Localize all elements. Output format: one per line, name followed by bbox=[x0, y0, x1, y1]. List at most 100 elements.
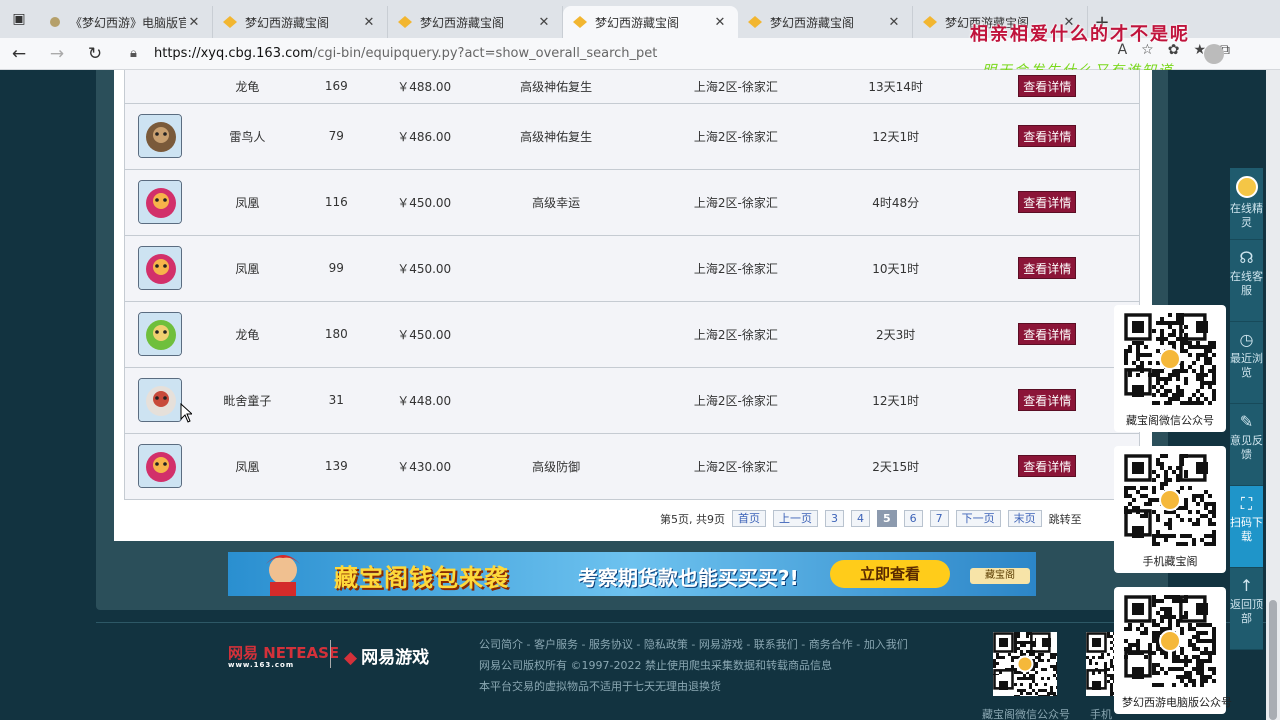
view-detail-button[interactable]: 查看详情 bbox=[1018, 455, 1077, 477]
pet-avatar-icon[interactable] bbox=[137, 114, 182, 158]
pet-avatar-icon[interactable] bbox=[137, 312, 182, 356]
pagination: 第5页, 共9页 首页 上一页 3 4 5 6 7 下一页 末页 跳转至 bbox=[660, 510, 1082, 527]
tab-title: 梦幻西游藏宝阁 bbox=[770, 15, 855, 30]
pet-avatar-icon[interactable] bbox=[137, 180, 182, 224]
forward-icon[interactable]: → bbox=[38, 38, 76, 70]
favicon-icon bbox=[573, 16, 587, 28]
pet-level: 99 bbox=[300, 235, 373, 302]
profile-avatar[interactable] bbox=[1204, 44, 1224, 64]
pet-level: 79 bbox=[300, 103, 373, 170]
hero-character-image bbox=[266, 555, 300, 596]
sidebar-item-scan-download[interactable]: ⛶ 扫码下载 bbox=[1230, 486, 1263, 568]
close-icon[interactable]: ✕ bbox=[361, 15, 377, 30]
pet-server: 上海2区-徐家汇 bbox=[635, 301, 836, 368]
pet-server: 上海2区-徐家汇 bbox=[635, 169, 836, 236]
pet-server: 上海2区-徐家汇 bbox=[635, 235, 836, 302]
qr-card-wechat: 藏宝阁微信公众号 bbox=[1114, 305, 1226, 432]
close-icon[interactable]: ✕ bbox=[186, 15, 202, 30]
footer-notice: 本平台交易的虚拟物品不适用于七天无理由退换货 bbox=[479, 680, 721, 693]
view-detail-button[interactable]: 查看详情 bbox=[1018, 75, 1077, 98]
view-detail-button[interactable]: 查看详情 bbox=[1018, 389, 1077, 411]
footer-logo-separator bbox=[330, 640, 331, 668]
pager-page-6[interactable]: 6 bbox=[903, 510, 923, 527]
back-icon[interactable]: ← bbox=[0, 38, 38, 70]
view-detail-button[interactable]: 查看详情 bbox=[1018, 257, 1077, 279]
pet-avatar-icon[interactable] bbox=[137, 246, 182, 290]
banner-cta-button[interactable]: 立即查看 bbox=[830, 560, 950, 588]
pet-price: ￥450.00 bbox=[372, 301, 477, 368]
pet-time: 2天3时 bbox=[835, 301, 956, 368]
sidebar-item-online-sprite[interactable]: 在线精灵 bbox=[1230, 168, 1263, 240]
netease-logo-text: 网易 NETEASE bbox=[228, 644, 340, 662]
qr-card-label: 手机藏宝阁 bbox=[1142, 555, 1198, 568]
pet-avatar-icon[interactable] bbox=[137, 378, 182, 422]
banner-logo: 藏宝阁 bbox=[970, 568, 1030, 584]
sidebar-item-label: 意见反馈 bbox=[1230, 434, 1263, 461]
tab-actions-icon[interactable]: ▣ bbox=[0, 0, 38, 38]
pet-name: 龙龟 bbox=[194, 301, 301, 368]
table-row: 凤凰 99 ￥450.00 上海2区-徐家汇 10天1时 查看详情 bbox=[124, 235, 1140, 302]
view-detail-button[interactable]: 查看详情 bbox=[1018, 125, 1077, 147]
browser-tab-5[interactable]: 梦幻西游藏宝阁 ✕ bbox=[738, 6, 913, 38]
table-row: 毗舍童子 31 ￥448.00 上海2区-徐家汇 12天1时 查看详情 bbox=[124, 367, 1140, 434]
pager-first[interactable]: 首页 bbox=[732, 510, 766, 527]
pager-prev[interactable]: 上一页 bbox=[773, 510, 818, 527]
pet-level: 169 bbox=[300, 70, 373, 104]
sidebar-item-online-service[interactable]: ☊ 在线客服 bbox=[1230, 240, 1263, 322]
url-path: /cgi-bin/equipquery.py?act=show_overall_… bbox=[312, 46, 658, 61]
pet-icon-cell bbox=[124, 367, 195, 434]
sidebar-item-label: 返回顶部 bbox=[1230, 598, 1263, 625]
page-content: 龙龟 169 ￥488.00 高级神佑复生 上海2区-徐家汇 13天14时 查看… bbox=[0, 70, 1280, 720]
sidebar-item-back-top[interactable]: ↑ 返回顶部 bbox=[1230, 568, 1263, 650]
pager-page-4[interactable]: 4 bbox=[851, 510, 870, 527]
browser-tab-4[interactable]: 梦幻西游藏宝阁 ✕ bbox=[563, 6, 738, 38]
promo-banner[interactable]: 藏宝阁钱包来袭 考察期货款也能买买买?! 立即查看 藏宝阁 bbox=[228, 552, 1036, 596]
qr-card-pc-official: 梦幻西游电脑版公众号 bbox=[1114, 587, 1232, 714]
close-icon[interactable]: ✕ bbox=[536, 15, 552, 30]
view-detail-button[interactable]: 查看详情 bbox=[1018, 191, 1077, 213]
sidebar-item-feedback[interactable]: ✎ 意见反馈 bbox=[1230, 404, 1263, 486]
browser-tab-1[interactable]: 《梦幻西游》电脑版官方 ✕ bbox=[38, 6, 213, 38]
pet-time: 4时48分 bbox=[835, 169, 956, 236]
detail-cell: 查看详情 bbox=[955, 169, 1140, 236]
tab-title: 梦幻西游藏宝阁 bbox=[420, 15, 505, 30]
pet-price: ￥448.00 bbox=[372, 367, 477, 434]
tab-title: 梦幻西游藏宝阁 bbox=[595, 15, 680, 30]
browser-tab-2[interactable]: 梦幻西游藏宝阁 ✕ bbox=[213, 6, 388, 38]
page-scrollbar[interactable] bbox=[1266, 70, 1280, 720]
url-field[interactable]: 🔒︎ https://xyq.cbg.163.com/cgi-bin/equip… bbox=[120, 41, 1020, 67]
detail-cell: 查看详情 bbox=[955, 367, 1140, 434]
pet-level: 180 bbox=[300, 301, 373, 368]
favicon-icon bbox=[923, 16, 937, 28]
footer-links[interactable]: 公司简介 - 客户服务 - 服务协议 - 隐私政策 - 网易游戏 - 联系我们 … bbox=[479, 636, 908, 652]
close-icon[interactable]: ✕ bbox=[886, 15, 902, 30]
pet-name: 凤凰 bbox=[194, 433, 301, 500]
scrollbar-thumb[interactable] bbox=[1269, 600, 1277, 720]
pager-next[interactable]: 下一页 bbox=[955, 510, 1001, 527]
browser-tab-3[interactable]: 梦幻西游藏宝阁 ✕ bbox=[388, 6, 563, 38]
pager-page-5[interactable]: 5 bbox=[877, 510, 897, 527]
headset-icon: ☊ bbox=[1239, 248, 1254, 267]
qr-code-image bbox=[1124, 313, 1216, 405]
netease-games-logo[interactable]: ◆ 网易游戏 bbox=[344, 643, 429, 668]
pet-time: 13天14时 bbox=[835, 70, 956, 104]
refresh-icon[interactable]: ↻ bbox=[76, 38, 114, 70]
footer-qr-label-mobile: 手机 bbox=[1090, 708, 1112, 720]
pet-time: 12天1时 bbox=[835, 103, 956, 170]
pet-skill bbox=[476, 235, 636, 302]
view-detail-button[interactable]: 查看详情 bbox=[1018, 323, 1077, 345]
pager-page-7[interactable]: 7 bbox=[929, 510, 949, 527]
close-icon[interactable]: ✕ bbox=[712, 15, 728, 30]
pet-icon-cell bbox=[124, 433, 195, 500]
pet-icon-cell bbox=[124, 301, 195, 368]
pager-last[interactable]: 末页 bbox=[1007, 510, 1042, 527]
edit-icon: ✎ bbox=[1239, 412, 1254, 431]
pet-icon-cell bbox=[124, 169, 195, 236]
pet-price: ￥450.00 bbox=[372, 235, 477, 302]
pet-time: 10天1时 bbox=[835, 235, 956, 302]
netease-logo[interactable]: 网易 NETEASE www.163.com bbox=[228, 642, 339, 669]
pager-page-3[interactable]: 3 bbox=[825, 510, 844, 527]
qr-code-image bbox=[1124, 454, 1216, 546]
pet-avatar-icon[interactable] bbox=[137, 444, 182, 488]
sidebar-item-recent[interactable]: ◷ 最近浏览 bbox=[1230, 322, 1263, 404]
